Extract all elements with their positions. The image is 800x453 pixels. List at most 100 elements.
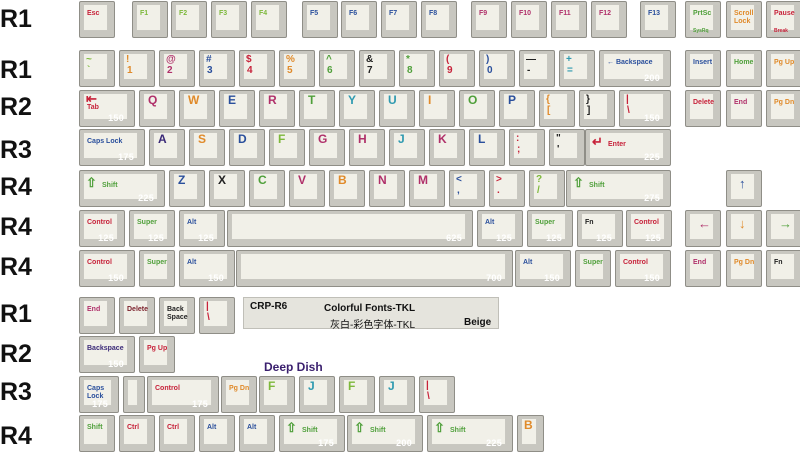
legend: Alt <box>187 259 197 266</box>
key-n: N <box>369 170 405 207</box>
key-f11: F11 <box>551 1 587 38</box>
key-d: D <box>229 129 265 166</box>
legend: End <box>693 259 707 266</box>
key-x-j2: J <box>379 376 415 413</box>
legend: < <box>456 174 462 185</box>
key-n5: % 5 <box>279 50 315 87</box>
legend: ← Backspace <box>607 59 653 66</box>
key-rctrl: Control 125 <box>626 210 672 247</box>
key-scroll: Scroll Lock <box>726 1 762 38</box>
legend: Fn <box>585 219 594 226</box>
key-p: P <box>499 90 535 127</box>
key-u: U <box>379 90 415 127</box>
keycap-top <box>273 132 298 159</box>
key-i: I <box>419 90 455 127</box>
unit-width-label: 225 <box>644 152 660 162</box>
unit-width-label: 150 <box>108 359 124 369</box>
enter-arrow-icon: ↵ <box>592 134 603 149</box>
legend: Alt <box>523 259 533 266</box>
key-semi: :; <box>509 129 545 166</box>
key-h: H <box>349 129 385 166</box>
legend-secondary: \ <box>427 391 430 402</box>
key-lsuper2: Super <box>139 250 175 287</box>
info-panel: CRP-R6 Colorful Fonts-TKL 灰白-彩色字体-TKL Be… <box>243 297 499 331</box>
legend: Alt <box>247 424 257 431</box>
legend: — <box>526 54 536 65</box>
legend: Control <box>623 259 648 266</box>
key-t: T <box>299 90 335 127</box>
legend: Super <box>583 259 603 266</box>
key-pgdn: Pg Dn <box>766 90 800 127</box>
legend: Scroll Lock <box>734 10 754 26</box>
key-f3: F3 <box>211 1 247 38</box>
unit-width-label: 175 <box>118 152 134 162</box>
unit-width-label: 175 <box>92 399 108 409</box>
legend: End <box>87 306 101 313</box>
legend: ) <box>486 54 490 65</box>
key-bslash: | \ 150 <box>619 90 671 127</box>
unit-width-label: 200 <box>644 73 660 83</box>
key-pause: Pause Break <box>766 1 800 38</box>
unit-width-label: 200 <box>396 438 412 448</box>
key-lshift: ⇧ Shift 225 <box>79 170 165 207</box>
legend: F9 <box>479 10 488 17</box>
key-f9: F9 <box>471 1 507 38</box>
product-name-cn: 灰白-彩色字体-TKL <box>330 320 415 331</box>
legend: Y <box>348 93 357 107</box>
legend-secondary: 1 <box>127 65 133 76</box>
legend: ! <box>126 54 130 65</box>
legend: ^ <box>326 54 332 65</box>
key-ralt2: Alt 150 <box>515 250 571 287</box>
keycap-top <box>393 132 418 159</box>
unit-width-label: 150 <box>208 273 224 283</box>
legend: | <box>206 301 209 312</box>
legend: ( <box>446 54 450 65</box>
legend: P <box>508 93 517 107</box>
legend: F2 <box>179 10 188 17</box>
key-lalt2: Alt 150 <box>179 250 235 287</box>
key-r: R <box>259 90 295 127</box>
row-label: R4 <box>0 173 32 201</box>
unit-width-label: 150 <box>108 113 124 123</box>
legend-secondary: . <box>497 185 500 196</box>
key-end2: End <box>685 250 721 287</box>
unit-width-label: 125 <box>596 233 612 243</box>
legend-secondary: 4 <box>247 65 253 76</box>
legend: End <box>734 99 748 106</box>
legend-secondary: ; <box>517 144 521 155</box>
legend-secondary: 5 <box>287 65 293 76</box>
key-f4: F4 <box>251 1 287 38</box>
legend: J <box>388 379 395 393</box>
key-x-alt2: Alt <box>239 415 275 452</box>
key-x-alt1: Alt <box>199 415 235 452</box>
legend: Q <box>148 93 158 107</box>
legend: Fn <box>774 259 783 266</box>
legend: F5 <box>310 10 319 17</box>
legend: Alt <box>187 219 197 226</box>
key-lbr: {[ <box>539 90 575 127</box>
legend: ← <box>698 216 711 231</box>
legend: F11 <box>559 10 571 17</box>
unit-width-label: 150 <box>544 273 560 283</box>
legend: Control <box>634 219 659 226</box>
row-label: R1 <box>0 5 32 33</box>
legend: X <box>218 173 227 187</box>
legend: Pause <box>774 10 795 17</box>
key-rshift: ⇧ Shift 275 <box>566 170 671 207</box>
legend-secondary: [ <box>547 105 551 116</box>
legend-secondary: \ <box>207 312 210 323</box>
legend: Control <box>87 219 112 226</box>
shift-arrow-icon: ⇧ <box>434 420 445 435</box>
key-home: Home <box>726 50 762 87</box>
key-x-end: End <box>79 297 115 334</box>
key-f12: F12 <box>591 1 627 38</box>
legend: Back Space <box>167 306 188 322</box>
legend: F13 <box>648 10 661 17</box>
key-f2: F2 <box>171 1 207 38</box>
legend: F <box>278 132 286 146</box>
legend: Pg Dn <box>229 385 250 392</box>
key-pgdn2: Pg Dn <box>726 250 762 287</box>
legend-secondary: , <box>457 185 460 196</box>
key-rbr: }] <box>579 90 615 127</box>
legend: " <box>556 133 561 144</box>
